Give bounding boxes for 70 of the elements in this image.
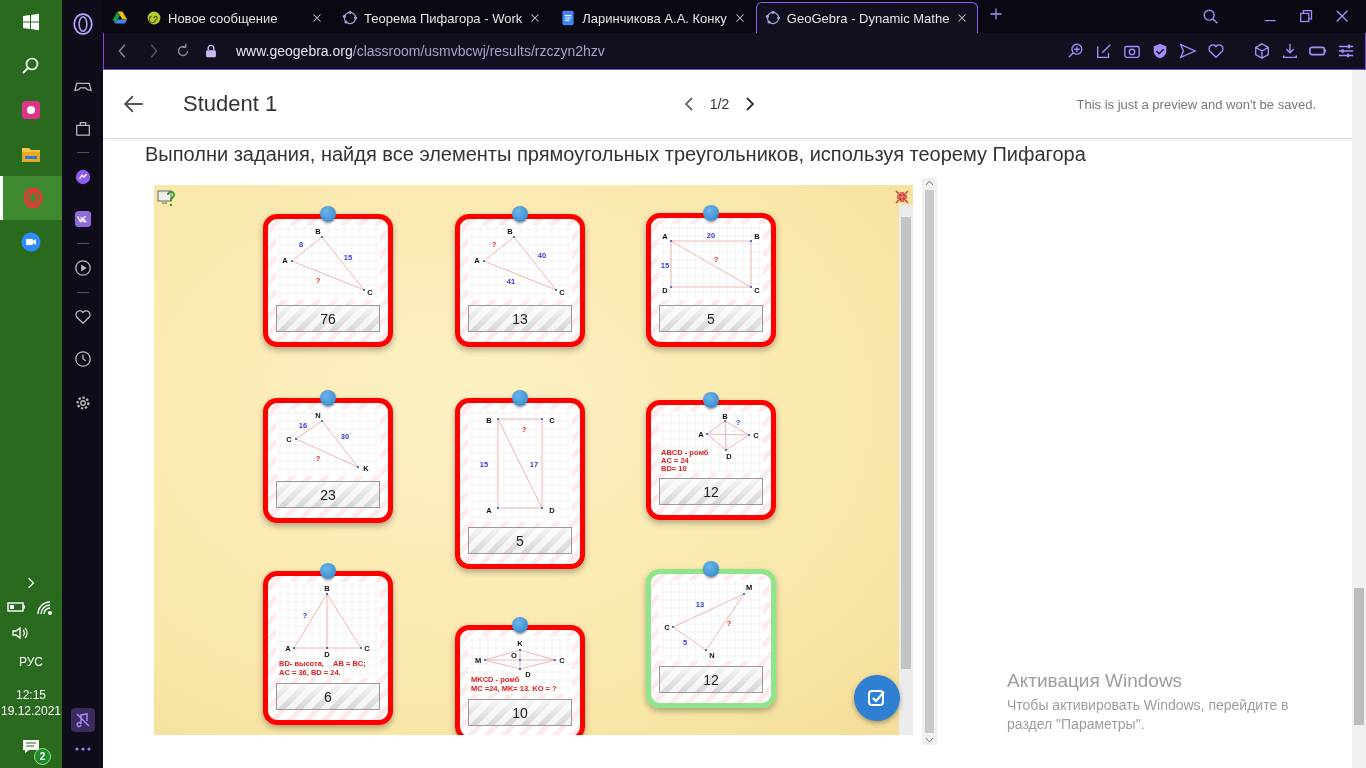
snail-icon xyxy=(146,10,162,26)
snap-edit-icon[interactable] xyxy=(1095,42,1113,60)
cube-icon[interactable] xyxy=(1253,42,1271,60)
app-icon[interactable] xyxy=(21,100,41,120)
submit-button[interactable] xyxy=(854,675,900,721)
settings-sliders-icon[interactable] xyxy=(1337,42,1355,60)
back-button[interactable] xyxy=(123,93,145,115)
heart-icon[interactable] xyxy=(73,308,92,326)
address-bar-url[interactable]: www.geogebra.org/classroom/usmvbcwj/results/rzczyn2hzv xyxy=(236,43,605,59)
ring-icon xyxy=(342,10,358,26)
answer-field[interactable]: 5 xyxy=(468,527,572,554)
scroll-down-icon[interactable] xyxy=(925,737,934,743)
heart-icon[interactable] xyxy=(1207,42,1225,60)
ring-icon xyxy=(764,10,781,26)
help-icon[interactable] xyxy=(157,188,177,208)
pin-icon xyxy=(512,206,528,222)
vk-icon[interactable] xyxy=(73,210,92,228)
student-name: Student 1 xyxy=(183,91,278,117)
browser-tab[interactable]: GeoGebra - Dynamic Mathe xyxy=(755,2,979,33)
messenger-icon[interactable] xyxy=(73,168,92,186)
clock-time[interactable]: 12:15 xyxy=(0,687,62,703)
pin-icon xyxy=(320,390,336,406)
opera-logo-icon[interactable] xyxy=(71,13,94,35)
windows-icon[interactable] xyxy=(21,12,41,32)
scroll-up-icon[interactable] xyxy=(925,180,934,186)
pin-icon xyxy=(703,205,719,221)
send-icon[interactable] xyxy=(1179,42,1197,60)
pin-icon xyxy=(320,206,336,222)
download-icon[interactable] xyxy=(1281,42,1299,60)
pin-icon xyxy=(703,392,719,408)
drive-icon xyxy=(112,9,128,27)
search-icon[interactable] xyxy=(21,56,41,76)
activation-title: Активация Windows xyxy=(1007,670,1184,692)
pin-icon xyxy=(703,561,719,577)
answer-field[interactable]: 12 xyxy=(659,478,763,505)
answer-field[interactable]: 76 xyxy=(276,305,380,332)
scrollbar-thumb[interactable] xyxy=(901,217,911,669)
shopping-bag-icon[interactable] xyxy=(73,119,92,137)
back-arrow-icon xyxy=(123,93,145,115)
answer-field[interactable]: 23 xyxy=(276,481,380,508)
pin-icon xyxy=(512,617,528,633)
video-camera-icon[interactable] xyxy=(21,232,41,252)
clock-date[interactable]: 19.12.2021 xyxy=(0,703,62,719)
answer-field[interactable]: 13 xyxy=(468,305,572,332)
music-off-icon[interactable] xyxy=(70,708,95,732)
lock-icon xyxy=(204,44,218,58)
notification-count: 2 xyxy=(34,748,51,765)
checkbox-icon xyxy=(867,688,887,708)
search-icon[interactable] xyxy=(1202,7,1220,26)
answer-field[interactable]: 12 xyxy=(659,666,763,693)
scrollbar[interactable] xyxy=(922,178,937,745)
answer-field[interactable]: 10 xyxy=(468,699,572,726)
page-indicator: 1/2 xyxy=(709,96,730,112)
answer-field[interactable]: 5 xyxy=(659,305,763,332)
pin-icon xyxy=(320,563,336,579)
new-tab-icon[interactable] xyxy=(988,6,1005,22)
document-icon xyxy=(560,10,577,26)
scrollbar-thumb[interactable] xyxy=(1354,588,1364,725)
clock-icon[interactable] xyxy=(73,350,92,368)
language-indicator[interactable]: РУС xyxy=(19,655,43,669)
preview-notice: This is just a preview and won't be saved. xyxy=(1076,96,1316,112)
task-instruction: Выполни задания, найдя все элементы прямоугольных треугольников, используя теорему Пифагора xyxy=(144,142,1087,167)
answer-field[interactable]: 6 xyxy=(276,683,380,710)
notification-icon[interactable] xyxy=(21,737,41,755)
play-icon[interactable] xyxy=(73,259,92,277)
activation-text: Чтобы активировать Windows, перейдите в раздел "Параметры". xyxy=(1007,696,1290,734)
pin-icon xyxy=(512,390,528,406)
fullscreen-exit-icon[interactable] xyxy=(894,189,910,205)
shield-icon[interactable] xyxy=(1151,42,1169,60)
zoom-icon[interactable] xyxy=(1067,42,1085,60)
